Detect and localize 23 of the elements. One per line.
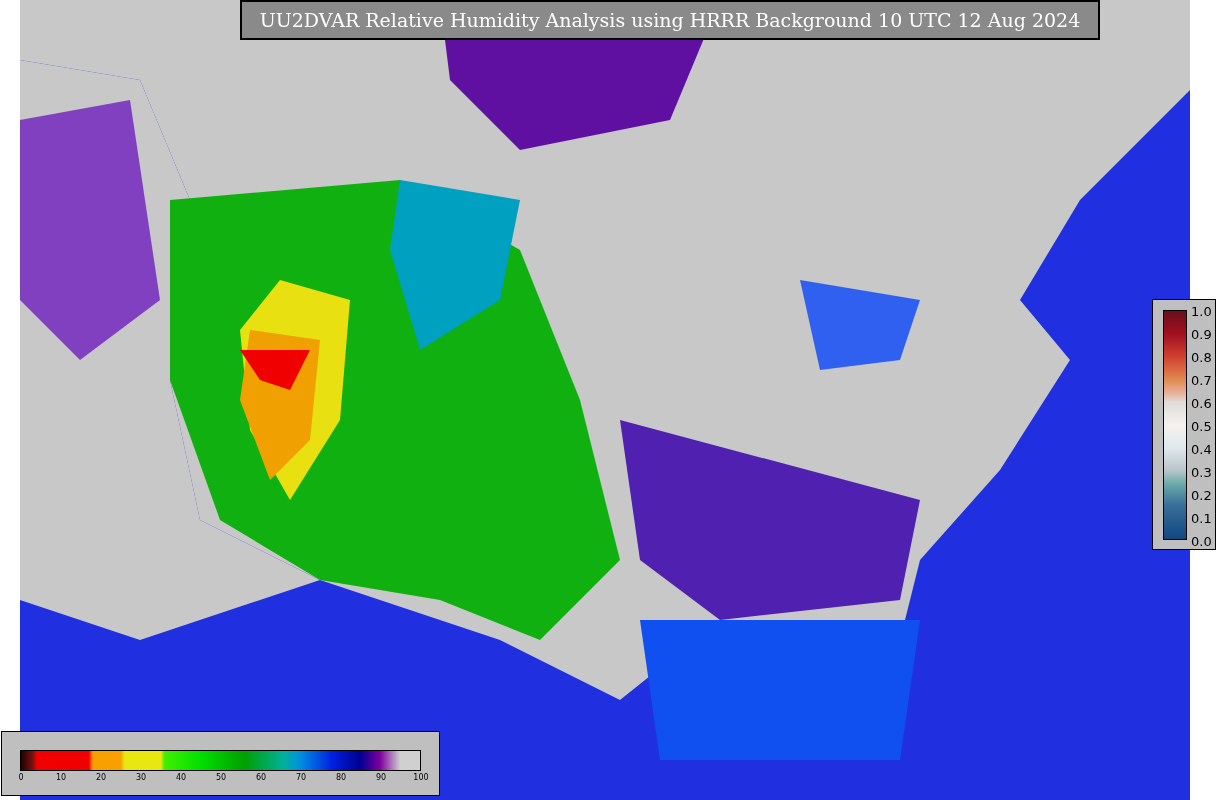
colorbar-tick-label: 90 — [375, 774, 387, 782]
colorbar-tick-label: 30 — [135, 774, 147, 782]
colorbar-tick-label: 80 — [335, 774, 347, 782]
colorbar-tick-label: 60 — [255, 774, 267, 782]
colorbar-tick-label: 0 — [18, 774, 24, 782]
colorbar-tick-label: 0.9 — [1191, 327, 1212, 341]
colorbar-tick-label: 0.3 — [1191, 465, 1212, 479]
colorbar-tick-label: 0.8 — [1191, 350, 1212, 364]
colorbar-tick-label: 70 — [295, 774, 307, 782]
colorbar-tick-label: 100 — [413, 774, 429, 782]
colorbar-tick-label: 0.0 — [1191, 534, 1212, 548]
colorbar-tick-label: 0.2 — [1191, 488, 1212, 502]
colorbar-tick-label: 0.4 — [1191, 442, 1212, 456]
colorbar-tick-label: 1.0 — [1191, 304, 1212, 318]
map-title: UU2DVAR Relative Humidity Analysis using HRRR Background 10 UTC 12 Aug 2024 — [240, 0, 1100, 40]
colorbar-tick-label: 50 — [215, 774, 227, 782]
colorbar-tick-label: 40 — [175, 774, 187, 782]
colorbar-tick-label: 0.7 — [1191, 373, 1212, 387]
colorbar-tick-label: 0.5 — [1191, 419, 1212, 433]
colorbar-tick-label: 10 — [55, 774, 67, 782]
colorbar-tick-label: 0.1 — [1191, 511, 1212, 525]
colorbar-tick-label: 20 — [95, 774, 107, 782]
colorbar-tick-label: 0.6 — [1191, 396, 1212, 410]
